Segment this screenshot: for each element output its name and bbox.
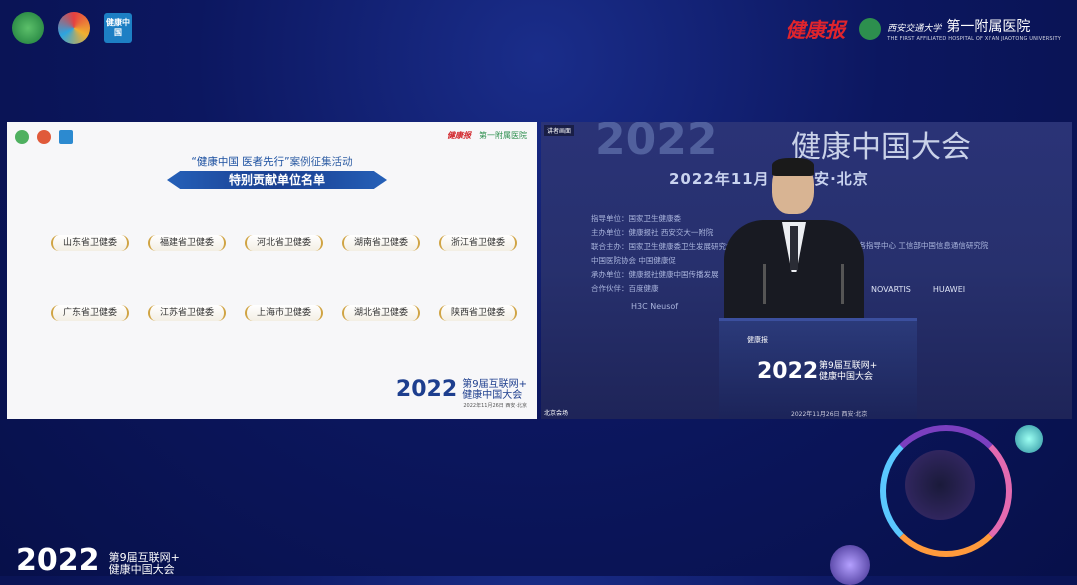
video-right-info: 服务指导中心 工信部中国信息通信研究院 xyxy=(851,241,989,250)
podium-health-news: 健康报 xyxy=(747,336,768,344)
hospital-english: THE FIRST AFFILIATED HOSPITAL OF XI'AN J… xyxy=(887,35,1061,42)
mini-hospital-logo: 第一附属医院 xyxy=(479,131,527,140)
unit-badge: 山东省卫健委 xyxy=(51,235,129,251)
health-news-logo: 健康报 xyxy=(785,18,846,42)
badge-row-2: 广东省卫健委 江苏省卫健委 上海市卫健委 湖北省卫健委 陕西省卫健委 xyxy=(51,305,517,321)
brand-huawei: HUAWEI xyxy=(932,285,966,294)
microphone-left xyxy=(763,264,766,304)
header-right-logos: 健康报 西安交通大学 第一附属医院 THE FIRST AFFILIATED H… xyxy=(785,14,1061,43)
health-action-logo xyxy=(58,12,90,44)
unit-badge: 陕西省卫健委 xyxy=(439,305,517,321)
speaker-tie xyxy=(790,226,798,270)
bottom-conference-logo: 2022 第9届互联网+ 健康中国大会 xyxy=(16,546,180,576)
unit-badge: 江苏省卫健委 xyxy=(148,305,226,321)
bottom-name: 第9届互联网+ 健康中国大会 xyxy=(109,552,180,576)
hospital-logo: 西安交通大学 第一附属医院 THE FIRST AFFILIATED HOSPI… xyxy=(859,16,1061,42)
video-info: 指导单位：国家卫生健康委 主办单位：健康报社 西安交大一附院 联合主办：国家卫生… xyxy=(591,212,734,296)
slide-footer-logo: 2022 第9届互联网+ 健康中国大会 2022年11月26日 西安·北京 xyxy=(396,377,527,409)
footer-date: 2022年11月26日 西安·北京 xyxy=(463,403,527,409)
video-brands: NOVARTIS HUAWEI xyxy=(871,285,965,294)
header-left-logos: 健康中国 xyxy=(12,12,132,44)
unit-badge: 广东省卫健委 xyxy=(51,305,129,321)
slide-mini-right-logos: 健康报 第一附属医院 xyxy=(447,130,527,141)
info-line: 指导单位：国家卫生健康委 xyxy=(591,214,681,223)
unit-badge: 湖南省卫健委 xyxy=(342,235,420,251)
university-name: 西安交通大学 xyxy=(887,23,942,34)
video-tag-bottom: 北京会场 xyxy=(544,410,569,417)
podium-line1: 第9届互联网+ xyxy=(819,361,878,371)
bottom-year: 2022 xyxy=(16,543,100,578)
mini-health-news-logo: 健康报 xyxy=(447,130,471,140)
podium: 健康报 2022 第9届互联网+ 健康中国大会 2022年11月26日 西安·北… xyxy=(719,318,917,419)
podium-logos: 健康报 xyxy=(747,335,768,345)
mini-logo-c xyxy=(59,130,73,144)
unit-badge: 湖北省卫健委 xyxy=(342,305,420,321)
info-line: 中国医院协会 中国健康促 xyxy=(591,256,676,265)
speaker-hair xyxy=(772,158,814,176)
badge-row-1: 山东省卫健委 福建省卫健委 河北省卫健委 湖南省卫健委 浙江省卫健委 xyxy=(51,235,517,251)
info-line: 联合主办：国家卫生健康委卫生发展研究中 xyxy=(591,242,734,251)
hospital-icon xyxy=(859,17,882,40)
footer-name: 第9届互联网+ 健康中国大会 xyxy=(462,379,527,401)
subtitle-rest: 案例征集活动 xyxy=(289,156,353,168)
unit-badge: 福建省卫健委 xyxy=(148,235,226,251)
video-big-year: 2022 xyxy=(595,122,718,165)
mini-logo-b xyxy=(37,130,51,144)
bottom-line2: 健康中国大会 xyxy=(108,563,175,576)
video-sponsors: H3C Neusof xyxy=(631,302,679,311)
footer-line2: 健康中国大会 xyxy=(462,389,523,401)
footer-year: 2022 xyxy=(395,377,458,402)
footer-line1: 第9届互联网+ xyxy=(462,378,527,390)
podium-date: 2022年11月26日 西安·北京 xyxy=(791,411,868,418)
podium-name: 第9届互联网+ 健康中国大会 xyxy=(819,361,877,383)
slide-subtitle: “健康中国 医者先行”案例征集活动 xyxy=(7,154,537,169)
conference-logo xyxy=(12,12,44,44)
microphone-right xyxy=(841,264,844,304)
video-tag-top: 讲者画面 xyxy=(544,125,575,136)
info-line: 合作伙伴：百度健康 xyxy=(591,284,659,293)
hospital-name: 第一附属医院 xyxy=(946,18,1031,35)
mini-logo-a xyxy=(15,130,29,144)
slide-banner: 特别贡献单位名单 xyxy=(167,171,387,189)
subtitle-quote: “健康中国 医者先行” xyxy=(191,156,290,168)
healthy-china-logo: 健康中国 xyxy=(104,13,132,43)
unit-badge: 河北省卫健委 xyxy=(245,235,323,251)
decor-orb-small xyxy=(830,545,870,585)
info-line: 主办单位：健康报社 西安交大一附院 xyxy=(591,228,714,237)
decor-orb-teal xyxy=(1015,425,1043,453)
unit-badge: 浙江省卫健委 xyxy=(439,235,517,251)
slide-mini-logos xyxy=(15,130,73,144)
podium-line2: 健康中国大会 xyxy=(819,372,874,382)
speaker-video: 2022 健康中国大会 2022年11月 日 西安·北京 指导单位：国家卫生健康… xyxy=(541,122,1072,419)
unit-badge: 上海市卫健委 xyxy=(245,305,323,321)
decor-orb xyxy=(905,450,975,520)
info-line: 承办单位：健康报社健康中国传播发展 xyxy=(591,270,719,279)
brand-novartis: NOVARTIS xyxy=(871,285,911,294)
presentation-slide: 健康报 第一附属医院 “健康中国 医者先行”案例征集活动 特别贡献单位名单 山东… xyxy=(7,122,537,419)
podium-year: 2022 xyxy=(757,359,819,384)
